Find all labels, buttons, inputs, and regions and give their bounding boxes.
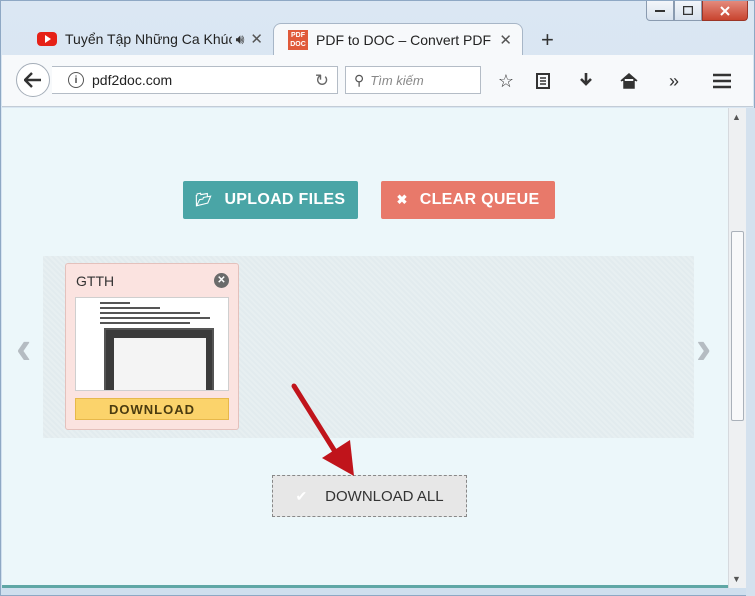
speaker-icon[interactable]: 🔊︎ bbox=[236, 31, 245, 48]
back-button[interactable] bbox=[16, 63, 50, 97]
maximize-button[interactable] bbox=[674, 1, 702, 21]
back-arrow-icon bbox=[24, 72, 41, 88]
document-thumbnail bbox=[75, 297, 229, 391]
vertical-scrollbar[interactable]: ▲ ▼ bbox=[728, 108, 746, 588]
file-card: GTTH ✕ DOWNLOAD bbox=[65, 263, 239, 430]
page-content: 📂︎ UPLOAD FILES ✖ CLEAR QUEUE ‹ › GTTH ✕… bbox=[2, 108, 728, 588]
window-right-edge bbox=[746, 108, 755, 596]
scroll-up-icon[interactable]: ▲ bbox=[732, 112, 741, 122]
tab-pdf2doc[interactable]: PDF DOC PDF to DOC – Convert PDF to DOC … bbox=[273, 23, 523, 55]
scroll-down-icon[interactable]: ▼ bbox=[732, 574, 741, 584]
window-controls bbox=[646, 1, 748, 21]
page-bottom-border bbox=[2, 585, 728, 588]
search-icon: ⚲ bbox=[354, 71, 365, 88]
home-icon[interactable] bbox=[617, 69, 641, 93]
clear-label: CLEAR QUEUE bbox=[419, 191, 540, 208]
download-all-label: DOWNLOAD ALL bbox=[325, 487, 444, 505]
minimize-icon bbox=[655, 9, 665, 12]
url-text[interactable]: pdf2doc.com bbox=[92, 72, 172, 88]
reload-icon[interactable]: ↻ bbox=[315, 71, 329, 91]
tab-close-icon[interactable]: ✕ bbox=[499, 31, 512, 49]
chevron-left-icon[interactable]: ‹ bbox=[16, 320, 31, 374]
download-icon[interactable] bbox=[574, 69, 598, 93]
clear-queue-button[interactable]: ✖ CLEAR QUEUE bbox=[381, 181, 555, 219]
search-placeholder: Tìm kiếm bbox=[370, 72, 424, 88]
reading-list-icon[interactable] bbox=[531, 69, 555, 93]
check-icon: ✔ bbox=[295, 487, 308, 504]
url-bar[interactable]: i pdf2doc.com ↻ bbox=[52, 66, 338, 94]
remove-file-icon[interactable]: ✕ bbox=[214, 273, 229, 288]
close-window-button[interactable] bbox=[702, 1, 748, 21]
upload-label: UPLOAD FILES bbox=[224, 191, 346, 208]
download-button[interactable]: DOWNLOAD bbox=[75, 398, 229, 420]
scrollbar-thumb[interactable] bbox=[731, 231, 744, 421]
tab-label: PDF to DOC – Convert PDF to DOC bbox=[316, 31, 493, 48]
tab-strip: Tuyển Tập Những Ca Khúc Hay Nhất 🔊︎ ✕ PD… bbox=[23, 21, 523, 55]
tab-youtube[interactable]: Tuyển Tập Những Ca Khúc Hay Nhất 🔊︎ ✕ bbox=[23, 23, 273, 55]
youtube-icon bbox=[37, 32, 57, 46]
tab-label: Tuyển Tập Những Ca Khúc Hay Nhất bbox=[65, 31, 232, 47]
file-name: GTTH bbox=[76, 273, 115, 289]
overflow-chevron-icon[interactable]: » bbox=[662, 69, 686, 93]
close-icon bbox=[720, 5, 730, 16]
close-icon: ✖ bbox=[396, 192, 408, 207]
pdf2doc-favicon: PDF DOC bbox=[288, 29, 308, 50]
tab-close-icon[interactable]: ✕ bbox=[250, 30, 263, 48]
upload-files-button[interactable]: 📂︎ UPLOAD FILES bbox=[183, 181, 358, 219]
info-icon[interactable]: i bbox=[68, 72, 84, 88]
annotation-arrow-icon bbox=[291, 383, 354, 476]
download-all-button[interactable]: ✔ DOWNLOAD ALL bbox=[272, 475, 467, 517]
navigation-toolbar: i pdf2doc.com ↻ ⚲ Tìm kiếm ☆ » bbox=[2, 55, 753, 107]
hamburger-menu-icon[interactable] bbox=[710, 69, 734, 93]
browser-window: Tuyển Tập Những Ca Khúc Hay Nhất 🔊︎ ✕ PD… bbox=[0, 0, 755, 596]
bookmark-star-icon[interactable]: ☆ bbox=[494, 69, 518, 93]
chevron-right-icon[interactable]: › bbox=[696, 320, 711, 374]
search-bar[interactable]: ⚲ Tìm kiếm bbox=[345, 66, 481, 94]
new-tab-button[interactable]: + bbox=[541, 27, 554, 53]
maximize-icon bbox=[683, 6, 693, 15]
folder-open-icon: 📂︎ bbox=[195, 192, 213, 207]
minimize-button[interactable] bbox=[646, 1, 674, 21]
